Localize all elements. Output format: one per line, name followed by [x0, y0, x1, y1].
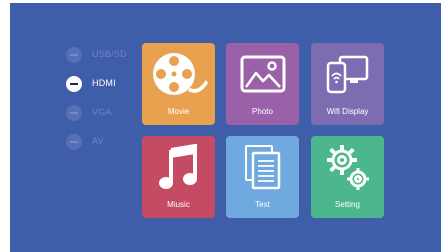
tile-label: Miusic: [167, 200, 190, 209]
tile-text[interactable]: Text: [226, 136, 299, 218]
source-label: USB/SD: [92, 49, 127, 59]
tile-wifi-display[interactable]: Wifi Display: [311, 43, 384, 125]
tile-photo[interactable]: Photo: [226, 43, 299, 125]
projector-home-screen: USB/SD HDMI VGA AV Movie Photo Wifi Disp…: [10, 3, 441, 252]
source-item-usb-sd[interactable]: USB/SD: [66, 47, 146, 65]
music-note-icon: [159, 144, 197, 189]
tile-label: Text: [255, 200, 270, 209]
film-reel-icon: [153, 53, 208, 95]
source-item-vga[interactable]: VGA: [66, 105, 146, 123]
tile-label: Wifi Display: [326, 107, 369, 116]
tile-label: Movie: [167, 107, 190, 116]
source-label: VGA: [92, 107, 112, 117]
source-label: AV: [92, 136, 104, 146]
source-label: HDMI: [92, 78, 116, 88]
source-item-hdmi[interactable]: HDMI: [66, 76, 146, 94]
wifi-display-icon: [326, 55, 369, 94]
picture-icon: [240, 55, 286, 93]
radio-icon: [66, 134, 82, 150]
radio-icon: [66, 105, 82, 121]
tile-label: Photo: [252, 107, 273, 116]
tile-music[interactable]: Miusic: [142, 136, 215, 218]
radio-selected-icon: [66, 76, 82, 92]
document-icon: [245, 145, 281, 190]
tile-setting[interactable]: Setting: [311, 136, 384, 218]
radio-icon: [66, 47, 82, 63]
tile-movie[interactable]: Movie: [142, 43, 215, 125]
tile-label: Setting: [335, 200, 360, 209]
source-item-av[interactable]: AV: [66, 134, 146, 152]
gears-icon: [327, 145, 369, 190]
